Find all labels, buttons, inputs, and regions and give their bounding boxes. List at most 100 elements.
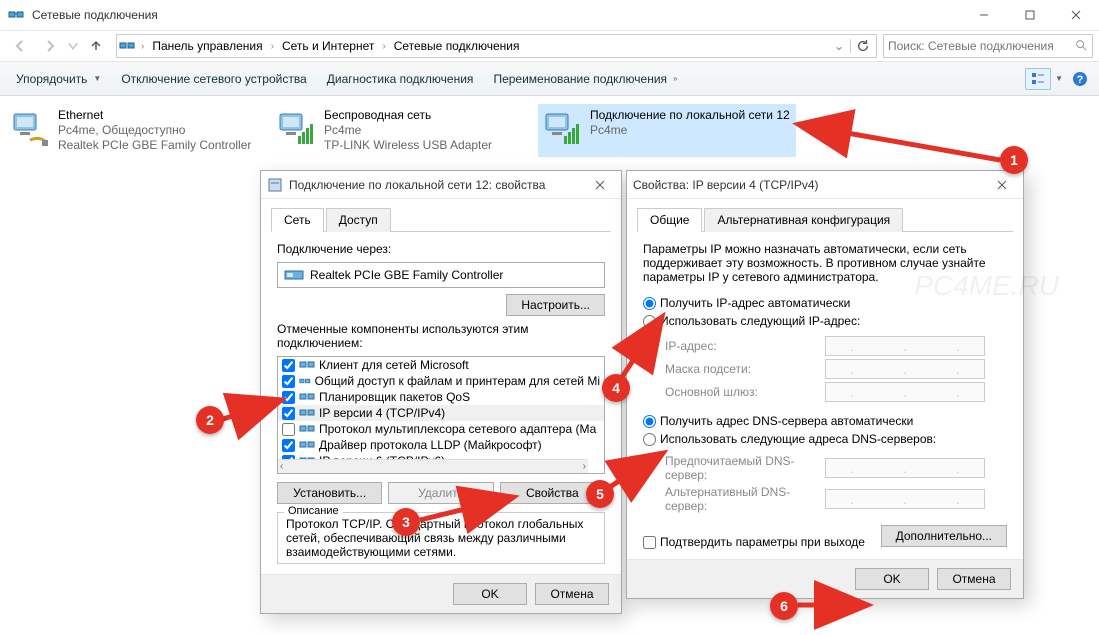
component-checkbox[interactable]: [282, 391, 295, 404]
ip-address-input[interactable]: ...: [825, 336, 985, 356]
close-button[interactable]: [987, 174, 1017, 196]
tab-general[interactable]: Общие: [637, 208, 702, 232]
component-label: Клиент для сетей Microsoft: [319, 358, 469, 372]
chevron-right-icon[interactable]: ›: [267, 41, 278, 52]
search-input[interactable]: [888, 39, 1070, 53]
gateway-input[interactable]: ...: [825, 382, 985, 402]
diagnose-button[interactable]: Диагностика подключения: [317, 66, 484, 92]
component-checkbox[interactable]: [282, 439, 295, 452]
app-icon: [8, 7, 24, 23]
breadcrumb-dropdown[interactable]: ⌄: [828, 39, 850, 53]
uninstall-button[interactable]: Удалить: [388, 482, 493, 504]
component-checkbox[interactable]: [282, 375, 295, 388]
tab-access[interactable]: Доступ: [326, 208, 391, 232]
component-label: Протокол мультиплексора сетевого адаптер…: [319, 422, 596, 436]
adapter-field[interactable]: Realtek PCIe GBE Family Controller: [277, 262, 605, 288]
view-mode-button[interactable]: [1025, 68, 1051, 90]
window-title: Сетевые подключения: [32, 8, 961, 22]
subnet-mask-label: Маска подсети:: [665, 362, 825, 376]
maximize-button[interactable]: [1007, 0, 1053, 30]
ok-button[interactable]: OK: [855, 568, 929, 590]
cancel-button[interactable]: Отмена: [937, 568, 1011, 590]
nav-up-button[interactable]: [82, 33, 110, 59]
dialog-title: Подключение по локальной сети 12: свойст…: [289, 178, 585, 192]
configure-button[interactable]: Настроить...: [506, 294, 605, 316]
wifi-icon: [276, 108, 316, 148]
component-row[interactable]: Драйвер протокола LLDP (Майкрософт): [278, 437, 604, 453]
dialog-connection-properties: Подключение по локальной сети 12: свойст…: [260, 170, 622, 614]
chevron-right-icon[interactable]: ›: [137, 41, 148, 52]
description-title: Описание: [284, 505, 343, 517]
ok-button[interactable]: OK: [453, 583, 527, 605]
connection-status: Pc4me: [324, 123, 492, 138]
preferred-dns-input[interactable]: ...: [825, 458, 985, 478]
ip-address-label: IP-адрес:: [665, 339, 825, 353]
dialog-ipv4-properties: Свойства: IP версии 4 (TCP/IPv4) Общие А…: [626, 170, 1024, 599]
help-button[interactable]: ?: [1067, 68, 1093, 90]
radio-manual-ip[interactable]: Использовать следующий IP-адрес:: [643, 312, 1007, 330]
connection-name: Подключение по локальной сети 12: [590, 108, 790, 123]
component-icon: [299, 407, 315, 419]
breadcrumb-icon: [119, 38, 135, 54]
organize-menu[interactable]: Упорядочить▼: [6, 66, 111, 92]
gateway-label: Основной шлюз:: [665, 385, 825, 399]
connection-name: Беспроводная сеть: [324, 108, 492, 123]
breadcrumb-item[interactable]: Сеть и Интернет: [278, 35, 378, 57]
close-button[interactable]: [585, 174, 615, 196]
component-checkbox[interactable]: [282, 407, 295, 420]
install-button[interactable]: Установить...: [277, 482, 382, 504]
connection-status: Pc4me, Общедоступно: [58, 123, 251, 138]
component-checkbox[interactable]: [282, 359, 295, 372]
component-icon: [299, 439, 315, 451]
breadcrumb[interactable]: › Панель управления › Сеть и Интернет › …: [116, 34, 877, 58]
chevron-right-icon[interactable]: ›: [378, 41, 389, 52]
component-row[interactable]: Протокол мультиплексора сетевого адаптер…: [278, 421, 604, 437]
tab-alternate[interactable]: Альтернативная конфигурация: [704, 208, 903, 232]
connection-adapter: TP-LINK Wireless USB Adapter: [324, 138, 492, 153]
breadcrumb-item[interactable]: Панель управления: [148, 35, 266, 57]
wifi-icon: [542, 108, 582, 148]
connection-status: Pc4me: [590, 123, 790, 138]
adapter-name: Realtek PCIe GBE Family Controller: [310, 268, 503, 282]
nav-history-dropdown[interactable]: [66, 33, 80, 59]
component-checkbox[interactable]: [282, 423, 295, 436]
connection-name: Ethernet: [58, 108, 251, 123]
tab-network[interactable]: Сеть: [271, 208, 324, 232]
radio-auto-dns[interactable]: Получить адрес DNS-сервера автоматически: [643, 412, 1007, 430]
cancel-button[interactable]: Отмена: [535, 583, 609, 605]
preferred-dns-label: Предпочитаемый DNS-сервер:: [665, 454, 825, 482]
alt-dns-input[interactable]: ...: [825, 489, 985, 509]
rename-button[interactable]: Переименование подключения»: [483, 66, 687, 92]
nav-back-button[interactable]: [6, 33, 34, 59]
ethernet-icon: [10, 108, 50, 148]
connection-item[interactable]: Беспроводная сеть Pc4me TP-LINK Wireless…: [272, 104, 530, 157]
refresh-button[interactable]: [850, 39, 874, 53]
advanced-button[interactable]: Дополнительно...: [881, 525, 1007, 547]
search-box[interactable]: [883, 34, 1093, 58]
component-label: IP версии 4 (TCP/IPv4): [319, 406, 445, 420]
minimize-button[interactable]: [961, 0, 1007, 30]
breadcrumb-item[interactable]: Сетевые подключения: [390, 35, 524, 57]
component-row[interactable]: Клиент для сетей Microsoft: [278, 357, 604, 373]
close-button[interactable]: [1053, 0, 1099, 30]
subnet-mask-input[interactable]: ...: [825, 359, 985, 379]
search-icon: [1074, 38, 1088, 55]
components-label: Отмеченные компоненты используются этим …: [277, 322, 605, 350]
components-listbox[interactable]: Клиент для сетей Microsoft Общий доступ к…: [277, 356, 605, 474]
component-row[interactable]: Общий доступ к файлам и принтерам для се…: [278, 373, 604, 389]
horizontal-scrollbar[interactable]: ‹›: [278, 459, 588, 473]
component-label: Драйвер протокола LLDP (Майкрософт): [319, 438, 542, 452]
component-label: Общий доступ к файлам и принтерам для се…: [315, 374, 600, 388]
connection-item[interactable]: Ethernet Pc4me, Общедоступно Realtek PCI…: [6, 104, 264, 157]
confirm-on-exit-checkbox[interactable]: Подтвердить параметры при выходе: [643, 535, 865, 549]
component-row[interactable]: IP версии 4 (TCP/IPv4): [278, 405, 604, 421]
disable-device-button[interactable]: Отключение сетевого устройства: [111, 66, 316, 92]
adapter-icon: [284, 267, 304, 283]
component-row[interactable]: Планировщик пакетов QoS: [278, 389, 604, 405]
connections-list: Ethernet Pc4me, Общедоступно Realtek PCI…: [0, 96, 1099, 165]
component-label: Планировщик пакетов QoS: [319, 390, 470, 404]
radio-manual-dns[interactable]: Использовать следующие адреса DNS-сервер…: [643, 430, 1007, 448]
nav-forward-button[interactable]: [36, 33, 64, 59]
connection-item[interactable]: Подключение по локальной сети 12 Pc4me: [538, 104, 796, 157]
properties-button[interactable]: Свойства: [500, 482, 605, 504]
